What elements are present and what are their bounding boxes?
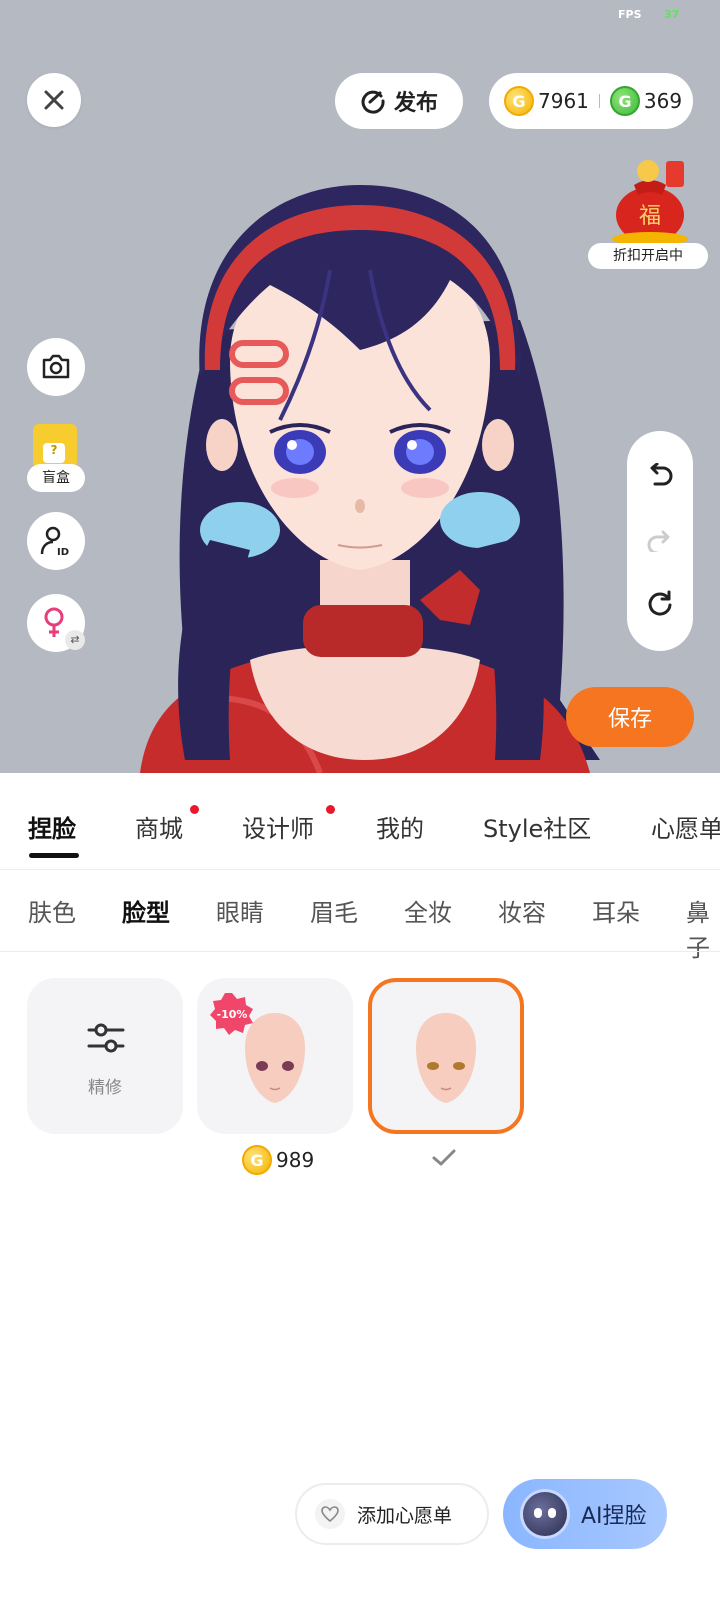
gender-switch-button[interactable]: ⇄: [27, 594, 85, 652]
add-to-wishlist-button[interactable]: 添加心愿单: [295, 1483, 489, 1545]
redo-icon[interactable]: [645, 526, 675, 552]
reset-icon[interactable]: [645, 589, 675, 619]
designer-notification-dot: [326, 805, 335, 814]
checkmark-icon: [432, 1149, 456, 1166]
ai-face-button[interactable]: AI捏脸: [503, 1479, 667, 1549]
subtab-divider: [0, 951, 720, 952]
currency-divider: [598, 94, 600, 108]
tab-shop[interactable]: 商城: [135, 809, 183, 844]
svg-text:ID: ID: [57, 547, 69, 558]
gold-amount: 7961: [538, 89, 589, 113]
blindbox-label: 盲盒: [27, 464, 85, 492]
history-controls: [627, 431, 693, 651]
swap-icon: ⇄: [65, 630, 85, 650]
wishlist-label: 添加心愿单: [357, 1504, 453, 1527]
close-icon: [44, 90, 64, 110]
subtab-nose[interactable]: 鼻子: [686, 893, 720, 963]
subtab-eyebrows[interactable]: 眉毛: [310, 893, 358, 928]
gold-coin-icon: G: [504, 86, 534, 116]
user-id-icon: ID: [40, 526, 69, 558]
lucky-bag-character: 福: [639, 204, 661, 229]
green-amount: 369: [643, 89, 683, 113]
tab-divider: [0, 869, 720, 870]
tab-mine[interactable]: 我的: [376, 809, 424, 844]
customization-panel: 捏脸 商城 设计师 我的 Style社区 心愿单 肤色 脸型 眼睛 眉毛 全妆 …: [0, 773, 720, 1612]
avatar-viewport[interactable]: FPS 37 发布 G 7961 G 369 福 折扣开启中 ? 盲盒 ID ⇄…: [0, 0, 720, 773]
tab-wishlist[interactable]: 心愿单: [651, 809, 720, 844]
ai-face-label: AI捏脸: [581, 1504, 647, 1529]
sliders-icon: [87, 1023, 125, 1053]
fps-label: FPS: [618, 8, 642, 21]
subtab-face-shape[interactable]: 脸型: [122, 893, 170, 928]
shop-notification-dot: [190, 805, 199, 814]
subtab-makeup[interactable]: 妆容: [498, 893, 546, 928]
refine-card[interactable]: 精修: [27, 978, 183, 1134]
discount-promo[interactable]: 福 折扣开启中: [588, 155, 708, 273]
publish-button[interactable]: 发布: [335, 73, 463, 129]
currency-balance[interactable]: G 7961 G 369: [489, 73, 693, 129]
publish-icon: [361, 90, 385, 114]
price-value: 989: [276, 1148, 315, 1172]
subtab-skin-color[interactable]: 肤色: [28, 893, 76, 928]
close-button[interactable]: [27, 73, 81, 127]
publish-label: 发布: [393, 91, 438, 116]
discount-badge: -10%: [210, 993, 253, 1035]
tab-designer[interactable]: 设计师: [242, 809, 314, 844]
subtab-ears[interactable]: 耳朵: [592, 893, 640, 928]
promo-label: 折扣开启中: [588, 243, 708, 269]
lucky-bag-icon: 福: [612, 160, 688, 246]
gold-coin-icon: G: [242, 1145, 272, 1175]
save-button[interactable]: 保存: [566, 687, 694, 747]
discount-badge-text: -10%: [217, 1008, 248, 1021]
refine-label: 精修: [88, 1078, 122, 1098]
tab-style-community[interactable]: Style社区: [483, 809, 591, 844]
tab-face[interactable]: 捏脸: [28, 809, 76, 844]
main-tab-bar: 捏脸 商城 设计师 我的 Style社区 心愿单: [0, 773, 720, 869]
face-shape-item-selected[interactable]: [368, 978, 524, 1134]
item-price: G 989: [242, 1145, 314, 1175]
face-shape-item[interactable]: -10%: [197, 978, 353, 1134]
avatar-id-button[interactable]: ID: [27, 512, 85, 570]
fps-value: 37: [664, 8, 680, 21]
blindbox-icon: ?: [33, 424, 77, 468]
undo-icon[interactable]: [645, 463, 675, 489]
face-shape-preview: [416, 1013, 476, 1103]
active-tab-indicator: [29, 853, 79, 858]
blindbox-button[interactable]: ? 盲盒: [27, 424, 85, 494]
ai-robot-icon: [523, 1492, 567, 1536]
camera-icon: [42, 354, 70, 379]
subtab-eyes[interactable]: 眼睛: [216, 893, 264, 928]
camera-button[interactable]: [27, 338, 85, 396]
subtab-full-makeup[interactable]: 全妆: [404, 893, 452, 928]
heart-icon: [315, 1499, 345, 1529]
green-coin-icon: G: [609, 86, 640, 116]
